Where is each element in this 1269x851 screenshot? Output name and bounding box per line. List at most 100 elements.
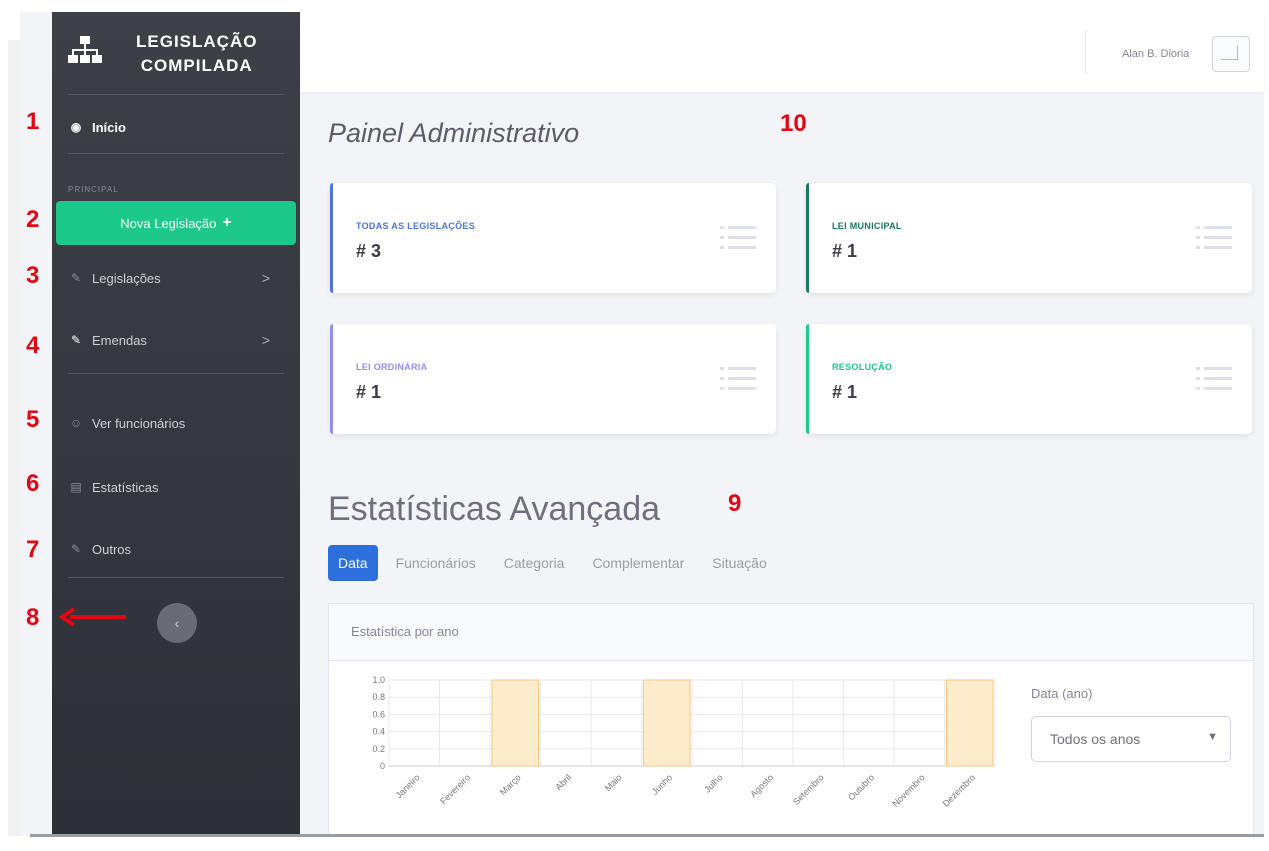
x-tick-label: Novembro xyxy=(890,772,926,808)
y-tick-label: 1.0 xyxy=(372,675,385,685)
x-tick-label: Janeiro xyxy=(394,772,422,800)
x-tick-label: Abril xyxy=(553,772,573,792)
topbar-divider xyxy=(1085,30,1086,74)
card-label: LEI MUNICIPAL xyxy=(832,221,902,231)
sidebar-item-label: Emendas xyxy=(92,332,147,348)
card-value: # 1 xyxy=(832,382,858,402)
stats-tabs: Data Funcionários Categoria Complementar… xyxy=(328,542,785,584)
new-legislation-button[interactable]: Nova Legislação + xyxy=(56,201,296,245)
sidebar-divider xyxy=(68,373,284,374)
dashboard-icon: ◉ xyxy=(70,120,82,134)
new-legislation-label: Nova Legislação xyxy=(120,215,217,231)
tab-categoria[interactable]: Categoria xyxy=(494,545,575,581)
page-title: Painel Administrativo xyxy=(328,118,580,148)
edit-icon: ✎ xyxy=(70,542,82,556)
card-accent xyxy=(330,183,333,293)
x-tick-label: Fevereiro xyxy=(438,772,472,806)
bottom-border xyxy=(30,834,1264,837)
user-name[interactable]: Alan B. Dioria xyxy=(1122,48,1189,60)
panel-header: Estatística por ano xyxy=(329,604,1253,661)
tab-complementar[interactable]: Complementar xyxy=(582,545,694,581)
card-accent xyxy=(330,324,333,434)
annotation-number: 10 xyxy=(780,110,807,137)
sidebar-item-label: Ver funcionários xyxy=(92,415,186,431)
annotation-number: 1 xyxy=(26,108,40,135)
year-select[interactable]: Todos os anos ▼ xyxy=(1031,716,1231,762)
sidebar-item-label: Estatísticas xyxy=(92,479,159,495)
brand[interactable]: LEGISLAÇÃO COMPILADA xyxy=(52,12,300,92)
card-value: # 3 xyxy=(356,241,382,261)
wrench-icon: ✎ xyxy=(70,271,82,285)
sidebar-divider xyxy=(68,94,284,95)
chevron-right-icon: > xyxy=(261,270,270,286)
sidebar-divider xyxy=(68,577,284,578)
annotation-number: 3 xyxy=(26,262,40,289)
card-value: # 1 xyxy=(832,241,858,261)
brand-name: LEGISLAÇÃO COMPILADA xyxy=(136,30,257,78)
list-icon xyxy=(720,226,756,249)
chart-bar xyxy=(946,679,994,767)
list-icon xyxy=(1196,226,1232,249)
annotation-number: 9 xyxy=(728,490,742,517)
sidebar-toggle-button[interactable]: ‹ xyxy=(157,603,197,643)
avatar[interactable] xyxy=(1212,36,1250,72)
brand-line2: COMPILADA xyxy=(140,56,253,75)
x-tick-label: Março xyxy=(498,772,523,797)
x-tick-label: Agosto xyxy=(748,772,775,799)
plus-icon: + xyxy=(222,214,232,231)
brand-line1: LEGISLAÇÃO xyxy=(136,32,258,51)
sidebar-item-legislacoes[interactable]: ✎ Legislações > xyxy=(68,263,284,293)
sidebar-item-funcionarios[interactable]: ☺ Ver funcionários xyxy=(68,408,284,438)
list-icon xyxy=(1196,367,1232,390)
tab-data[interactable]: Data xyxy=(328,545,378,581)
stat-card-todas: TODAS AS LEGISLAÇÕES # 3 xyxy=(330,183,776,293)
sidebar-divider xyxy=(68,153,284,154)
x-tick-label: Julho xyxy=(702,772,724,794)
annotation-number: 6 xyxy=(26,470,40,497)
sidebar-item-emendas[interactable]: ✎ Emendas > xyxy=(68,325,284,355)
sidebar-item-outros[interactable]: ✎ Outros xyxy=(68,534,284,564)
tab-situacao[interactable]: Situação xyxy=(702,545,776,581)
sidebar-item-estatisticas[interactable]: ▤ Estatísticas xyxy=(68,472,284,502)
annotation-arrow-icon xyxy=(58,607,126,627)
annotation-number: 4 xyxy=(26,332,40,359)
stats-title: Estatísticas Avançada xyxy=(328,490,661,528)
sidebar-item-label: Outros xyxy=(92,541,132,557)
year-select-value: Todos os anos xyxy=(1050,731,1141,747)
bar-chart: 0 0.2 0.4 0.6 0.8 1.0 Janeiro Fevereiro Março Abr… xyxy=(372,675,996,809)
chevron-left-icon: ‹ xyxy=(174,615,180,631)
list-icon xyxy=(720,367,756,390)
sidebar-section-label: PRINCIPAL xyxy=(68,185,119,194)
users-icon: ☺ xyxy=(69,416,83,430)
card-value: # 1 xyxy=(356,382,382,402)
tab-funcionarios[interactable]: Funcionários xyxy=(386,545,486,581)
annotation-number: 5 xyxy=(26,406,40,433)
chart-bar xyxy=(643,679,691,767)
x-tick-label: Setembro xyxy=(791,772,826,807)
sitemap-icon xyxy=(68,36,102,63)
stat-card-resolucao: RESOLUÇÃO # 1 xyxy=(806,324,1252,434)
x-tick-label: Dezembro xyxy=(941,772,977,808)
stats-panel: Estatística por ano 0 0.2 0.4 0.6 0.8 1.0 Jane… xyxy=(328,603,1254,837)
y-tick-label: 0.4 xyxy=(372,727,385,737)
stat-card-ordinaria: LEI ORDINÁRIA # 1 xyxy=(330,324,776,434)
stat-card-municipal: LEI MUNICIPAL # 1 xyxy=(806,183,1252,293)
panel-title: Estatística por ano xyxy=(351,624,459,639)
year-filter-label: Data (ano) xyxy=(1031,686,1093,701)
card-accent xyxy=(806,183,809,293)
y-tick-label: 0 xyxy=(380,761,385,771)
annotation-number: 8 xyxy=(26,604,40,631)
edit-icon: ✎ xyxy=(70,333,82,347)
y-tick-label: 0.6 xyxy=(372,709,385,719)
sidebar-item-label: Início xyxy=(92,119,126,135)
annotation-number: 2 xyxy=(26,206,40,233)
chart-bar xyxy=(491,679,539,767)
annotation-number: 7 xyxy=(26,536,40,563)
sidebar-item-inicio[interactable]: ◉ Início xyxy=(68,112,284,142)
card-accent xyxy=(806,324,809,434)
card-label: TODAS AS LEGISLAÇÕES xyxy=(356,221,476,231)
x-tick-label: Outubro xyxy=(846,772,876,802)
card-label: LEI ORDINÁRIA xyxy=(356,362,428,372)
chart-icon: ▤ xyxy=(70,480,82,494)
frame-shadow xyxy=(8,40,20,836)
